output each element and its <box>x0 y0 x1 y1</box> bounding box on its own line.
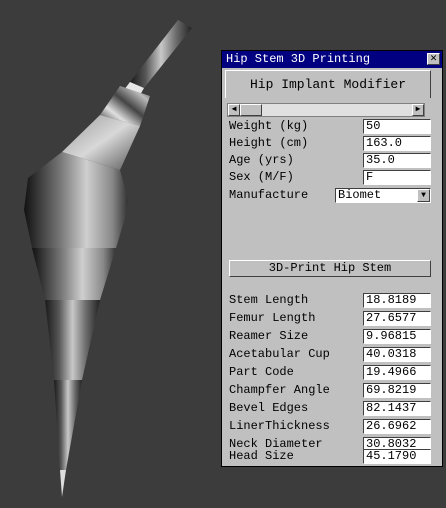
bevel-edges-label: Bevel Edges <box>229 401 309 415</box>
champfer-angle-label: Champfer Angle <box>229 383 330 397</box>
output-row: Head Size 45.1790 <box>229 448 439 464</box>
output-row: Femur Length 27.6577 <box>229 310 439 326</box>
output-row: Part Code 19.4966 <box>229 364 439 380</box>
champfer-angle-field[interactable]: 69.8219 <box>363 383 431 398</box>
femur-length-label: Femur Length <box>229 311 316 325</box>
chevron-down-icon[interactable]: ▼ <box>417 189 430 202</box>
sex-input[interactable]: F <box>363 170 431 185</box>
weight-row: Weight (kg) 50 <box>229 118 439 134</box>
hip-stem-model <box>24 20 192 497</box>
output-row: Acetabular Cup 40.0318 <box>229 346 439 362</box>
weight-label: Weight (kg) <box>229 119 309 133</box>
output-row: Champfer Angle 69.8219 <box>229 382 439 398</box>
bevel-edges-field[interactable]: 82.1437 <box>363 401 431 416</box>
scroll-left-icon[interactable]: ◀ <box>228 104 240 116</box>
manufacturer-value: Biomet <box>338 188 382 202</box>
height-input[interactable]: 163.0 <box>363 136 431 151</box>
weight-input[interactable]: 50 <box>363 119 431 134</box>
manufacturer-label: Manufacture <box>229 188 309 202</box>
stem-length-label: Stem Length <box>229 293 309 307</box>
hip-stem-panel: Hip Stem 3D Printing ✕ Hip Implant Modif… <box>221 50 443 467</box>
scroll-thumb[interactable] <box>240 104 262 116</box>
output-row: Reamer Size 9.96815 <box>229 328 439 344</box>
close-icon[interactable]: ✕ <box>427 53 440 65</box>
part-code-field[interactable]: 19.4966 <box>363 365 431 380</box>
age-row: Age (yrs) 35.0 <box>229 152 439 168</box>
window-titlebar[interactable]: Hip Stem 3D Printing ✕ <box>222 51 442 68</box>
print-hip-stem-button[interactable]: 3D-Print Hip Stem <box>229 260 431 277</box>
acetabular-cup-field[interactable]: 40.0318 <box>363 347 431 362</box>
output-row: Stem Length 18.8189 <box>229 292 439 308</box>
tab-hip-implant-modifier[interactable]: Hip Implant Modifier <box>225 70 431 98</box>
window-title: Hip Stem 3D Printing <box>226 52 371 66</box>
liner-thickness-field[interactable]: 26.6962 <box>363 419 431 434</box>
age-input[interactable]: 35.0 <box>363 153 431 168</box>
height-row: Height (cm) 163.0 <box>229 135 439 151</box>
head-size-field[interactable]: 45.1790 <box>363 449 431 464</box>
horizontal-scrollbar[interactable]: ◀ ▶ <box>227 103 425 117</box>
reamer-size-field[interactable]: 9.96815 <box>363 329 431 344</box>
part-code-label: Part Code <box>229 365 294 379</box>
head-size-label: Head Size <box>229 449 294 463</box>
sex-label: Sex (M/F) <box>229 170 294 184</box>
height-label: Height (cm) <box>229 136 309 150</box>
reamer-size-label: Reamer Size <box>229 329 309 343</box>
age-label: Age (yrs) <box>229 153 294 167</box>
output-row: Bevel Edges 82.1437 <box>229 400 439 416</box>
output-row: LinerThickness 26.6962 <box>229 418 439 434</box>
scroll-right-icon[interactable]: ▶ <box>412 104 424 116</box>
stem-length-field[interactable]: 18.8189 <box>363 293 431 308</box>
manufacturer-select[interactable]: Biomet ▼ <box>335 188 431 203</box>
acetabular-cup-label: Acetabular Cup <box>229 347 330 361</box>
liner-thickness-label: LinerThickness <box>229 419 330 433</box>
manufacturer-row: Manufacture Biomet ▼ <box>229 187 439 203</box>
sex-row: Sex (M/F) F <box>229 169 439 185</box>
femur-length-field[interactable]: 27.6577 <box>363 311 431 326</box>
